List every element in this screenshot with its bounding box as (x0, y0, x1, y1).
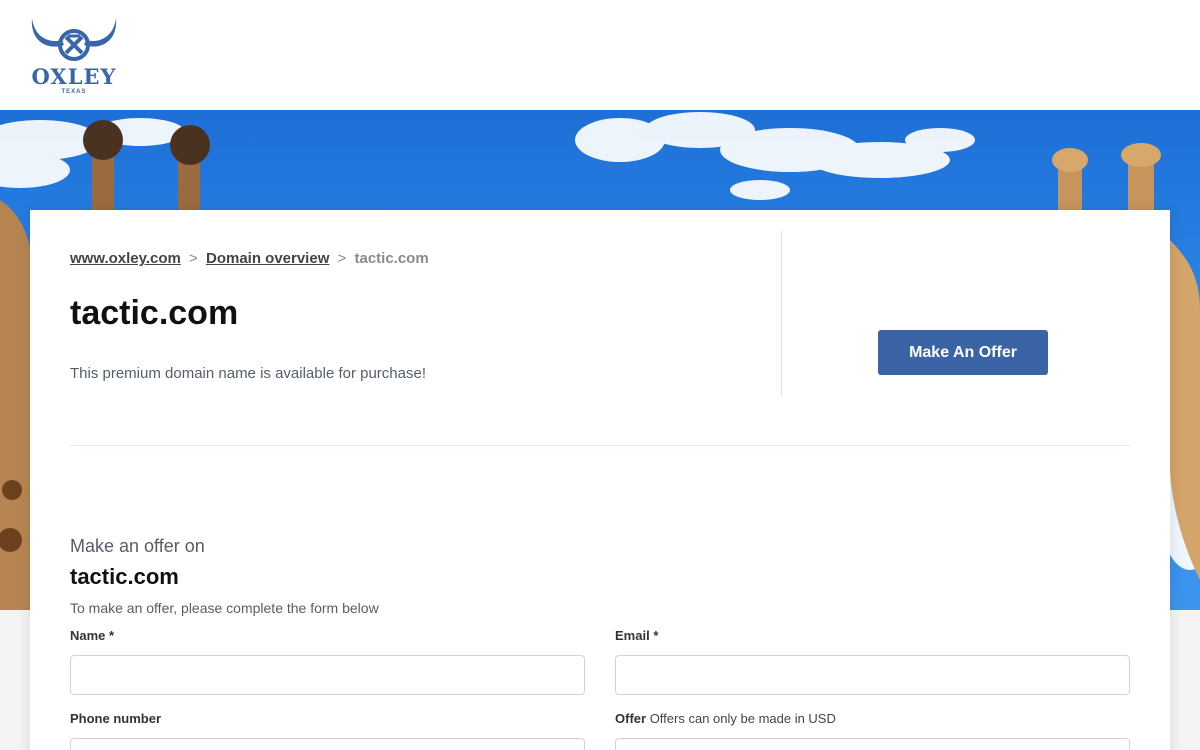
breadcrumb: www.oxley.com > Domain overview > tactic… (70, 250, 429, 267)
oxley-logo[interactable]: OXLEY TEXAS (28, 14, 120, 100)
email-field[interactable] (615, 655, 1130, 695)
offer-currency-hint: Offers can only be made in USD (649, 711, 836, 726)
breadcrumb-current: tactic.com (354, 250, 429, 267)
phone-field[interactable] (70, 738, 585, 750)
section-divider (70, 445, 1130, 446)
availability-text: This premium domain name is available fo… (70, 365, 426, 382)
name-field[interactable] (70, 655, 585, 695)
name-label-text: Name (70, 628, 106, 643)
offer-form-instructions: To make an offer, please complete the fo… (70, 600, 379, 616)
vertical-divider (781, 230, 782, 396)
offer-form-heading: Make an offer on (70, 536, 205, 556)
required-marker: * (653, 628, 659, 643)
required-marker: * (109, 628, 115, 643)
logo-tagline: TEXAS (61, 89, 87, 95)
offer-amount-field[interactable] (615, 738, 1130, 750)
breadcrumb-home-link[interactable]: www.oxley.com (70, 250, 181, 267)
site-header: OXLEY TEXAS (0, 0, 1200, 110)
domain-card: www.oxley.com > Domain overview > tactic… (30, 210, 1170, 750)
page-title: tactic.com (70, 294, 239, 332)
offer-label-text: Offer (615, 711, 647, 726)
make-offer-button[interactable]: Make An Offer (878, 330, 1048, 375)
offer-form-domain: tactic.com (70, 564, 179, 589)
name-label: Name * (70, 628, 114, 643)
breadcrumb-separator: > (337, 250, 347, 267)
breadcrumb-separator: > (189, 250, 198, 267)
phone-label-text: Phone number (70, 711, 162, 726)
logo-wordmark: OXLEY (31, 64, 117, 89)
offer-label: Offer Offers can only be made in USD (615, 711, 836, 726)
email-label-text: Email (615, 628, 650, 643)
breadcrumb-overview-link[interactable]: Domain overview (206, 250, 329, 267)
phone-label: Phone number (70, 711, 161, 726)
email-label: Email * (615, 628, 658, 643)
